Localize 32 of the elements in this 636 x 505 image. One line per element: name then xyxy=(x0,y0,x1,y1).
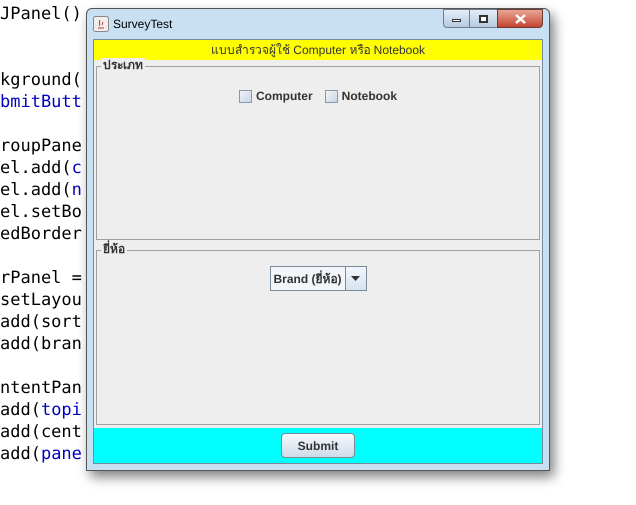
close-button[interactable] xyxy=(497,9,543,28)
code-line: roupPane xyxy=(0,136,82,156)
code-line: edBorder xyxy=(0,224,82,244)
code-line: add(topi xyxy=(0,400,82,420)
caret-icon xyxy=(351,276,360,281)
java-icon xyxy=(93,16,109,32)
group-title: ประเภท xyxy=(101,58,145,72)
checkbox-box[interactable] xyxy=(238,90,252,102)
group-title: ยี่ห้อ xyxy=(101,242,127,256)
code-line: add(pane xyxy=(0,444,82,464)
code-line: el.add(c xyxy=(0,158,82,178)
submit-button[interactable]: Submit xyxy=(281,433,355,458)
code-line: el.setBo xyxy=(0,202,82,222)
code-line: add(cent xyxy=(0,422,82,442)
minimize-button[interactable] xyxy=(443,9,470,28)
code-line: JPanel() xyxy=(0,4,82,24)
code-line: bmitButt xyxy=(0,92,82,112)
checkbox[interactable]: Computer xyxy=(238,87,313,105)
code-line: kground( xyxy=(0,70,82,90)
code-line: add(bran xyxy=(0,334,82,354)
code-line: rPanel = xyxy=(0,268,82,288)
maximize-button[interactable] xyxy=(470,9,497,28)
close-icon xyxy=(514,14,526,24)
code-line: el.add(n xyxy=(0,180,82,200)
code-line: setLayou xyxy=(0,290,82,310)
checkbox[interactable]: Notebook xyxy=(324,87,397,105)
window-title: SurveyTest xyxy=(113,16,172,33)
code-line: add(sort xyxy=(0,312,82,332)
banner: แบบสำรวจผู้ใช้ Computer หรือ Notebook xyxy=(94,40,542,60)
brand-dropdown[interactable]: Brand (ยี่ห้อ) xyxy=(270,266,366,291)
code-line: ntentPan xyxy=(0,378,82,398)
checkbox-box[interactable] xyxy=(324,90,338,102)
